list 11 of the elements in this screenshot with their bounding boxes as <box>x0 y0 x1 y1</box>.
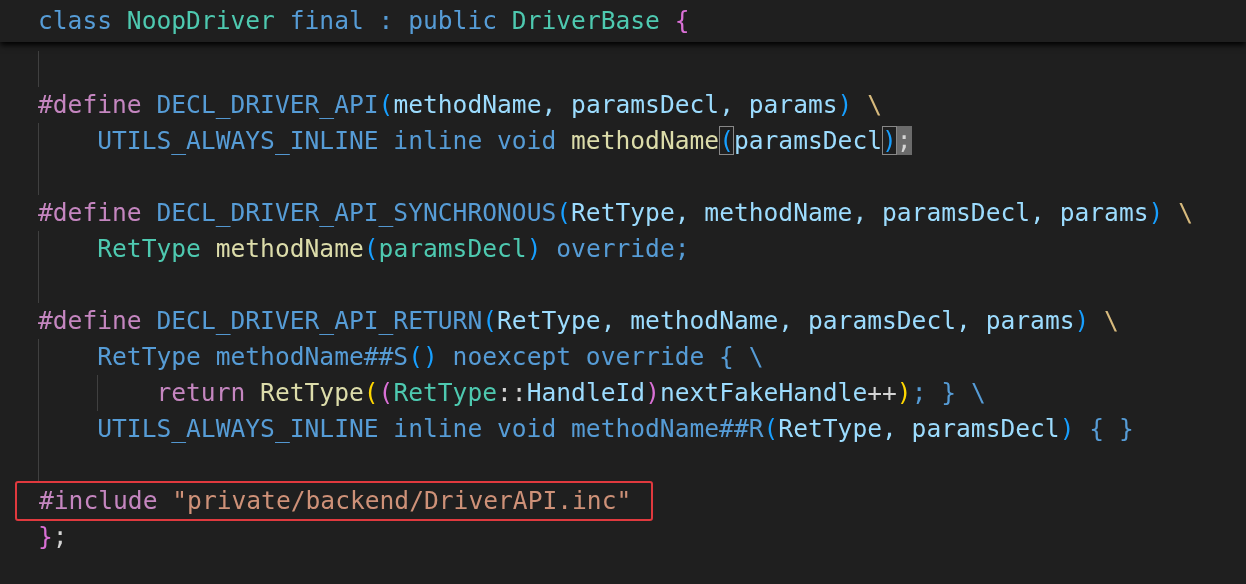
code-line: UTILS_ALWAYS_INLINE inline void methodName(paramsDecl); <box>97 126 912 156</box>
code-line: RetType methodName(paramsDecl) override; <box>97 234 690 264</box>
code-line: #define DECL_DRIVER_API(methodName, paramsDecl, params) \ <box>38 90 883 120</box>
code-line: #define DECL_DRIVER_API_SYNCHRONOUS(RetType, methodName, paramsDecl, params) \ <box>38 198 1193 228</box>
code-line: #define DECL_DRIVER_API_RETURN(RetType, methodName, paramsDecl, params) \ <box>38 306 1119 336</box>
code-line: }; <box>38 522 68 552</box>
code-line: UTILS_ALWAYS_INLINE inline void methodName##R(RetType, paramsDecl) { } <box>97 414 1134 444</box>
code-line: RetType methodName##S() noexcept override { \ <box>97 342 764 372</box>
code-line: return RetType((RetType::HandleId)nextFakeHandle++); } \ <box>156 378 986 408</box>
code-line: #include "private/backend/DriverAPI.inc" <box>39 486 632 515</box>
code-line: class NoopDriver final : public DriverBase { <box>38 6 690 36</box>
